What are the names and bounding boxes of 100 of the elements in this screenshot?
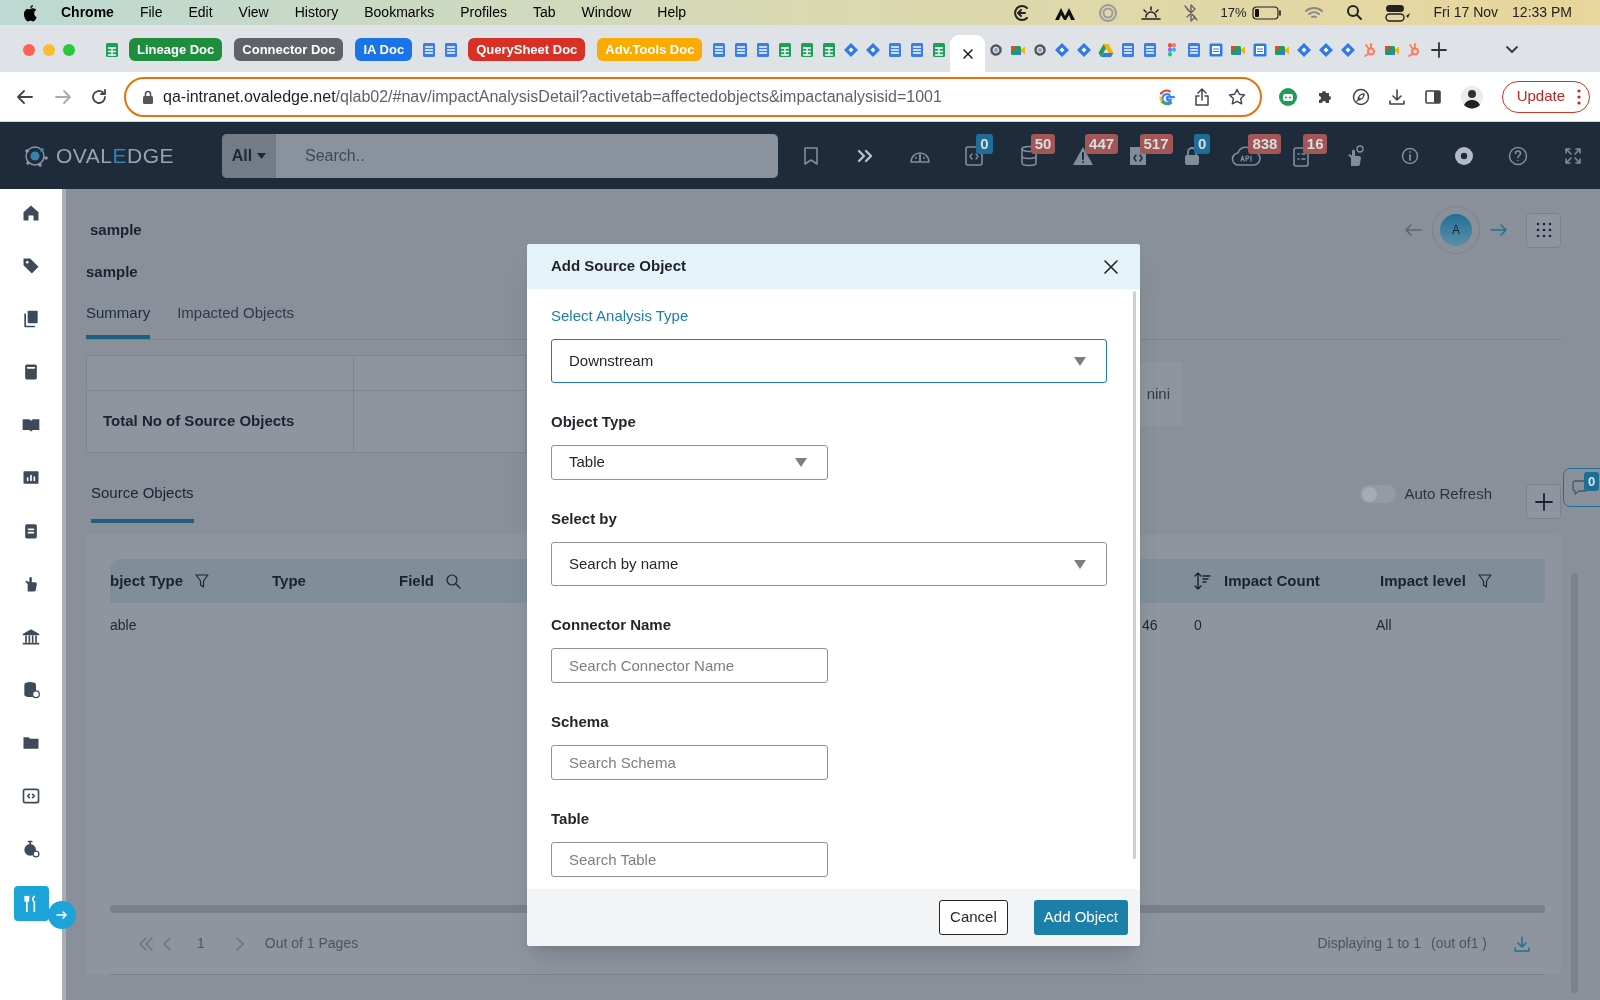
control-center-icon[interactable] [1385, 3, 1412, 22]
document-icon[interactable] [755, 41, 772, 58]
dropdown[interactable]: Search by name [551, 542, 1107, 586]
sheet-icon[interactable] [799, 41, 816, 58]
browser-logo-icon[interactable] [1454, 145, 1475, 166]
menu-app-name[interactable]: Chrome [61, 2, 114, 23]
document-icon[interactable] [1186, 41, 1203, 58]
menu-time[interactable]: 12:33 PM [1512, 2, 1572, 23]
calendar-icon[interactable] [1252, 41, 1269, 58]
menu-date[interactable]: Fri 17 Nov [1433, 2, 1499, 23]
search-scope-dropdown[interactable]: All [222, 133, 276, 178]
sheet-icon[interactable] [777, 41, 794, 58]
gear-icon[interactable] [1032, 41, 1049, 58]
document-icon[interactable] [909, 41, 926, 58]
calendar-icon[interactable] [1208, 41, 1225, 58]
tab-group-chip[interactable]: Lineage Doc [129, 38, 223, 61]
section-tab[interactable]: Source Objects [91, 467, 194, 523]
expand-sidebar-button[interactable] [48, 901, 76, 929]
menu-item[interactable]: View [238, 2, 269, 23]
help-icon[interactable] [1508, 145, 1529, 166]
close-window-button[interactable] [23, 43, 35, 56]
document-icon[interactable] [1142, 41, 1159, 58]
reload-icon[interactable] [90, 87, 108, 106]
robot-icon[interactable] [1277, 86, 1298, 107]
diamond-icon[interactable] [1054, 41, 1071, 58]
apps-grid-button[interactable] [1526, 212, 1561, 248]
expand-icon[interactable] [1563, 146, 1582, 165]
menu-item[interactable]: File [139, 2, 163, 23]
sheet-icon[interactable] [821, 41, 838, 58]
sunrise-icon[interactable] [1140, 3, 1163, 22]
sheet-icon[interactable] [104, 41, 120, 58]
timer-icon[interactable] [21, 839, 41, 859]
page-tab[interactable]: Impacted Objects [177, 296, 294, 339]
auto-refresh-toggle[interactable] [1360, 485, 1397, 503]
document-icon[interactable] [443, 41, 460, 58]
menu-item[interactable]: Tab [532, 2, 556, 23]
documents-icon[interactable] [21, 309, 41, 329]
tab-group-chip[interactable]: QuerySheet Doc [468, 38, 586, 61]
sheet-icon[interactable] [931, 41, 948, 58]
document-icon[interactable] [887, 41, 904, 58]
gear-icon[interactable] [988, 41, 1005, 58]
database-icon[interactable] [21, 680, 41, 700]
document-icon[interactable] [711, 41, 728, 58]
bluetooth-off-icon[interactable] [1184, 3, 1199, 22]
back-icon[interactable] [16, 87, 34, 106]
menu-item[interactable]: Bookmarks [364, 2, 435, 23]
tag-icon[interactable] [21, 256, 41, 276]
add-object-button[interactable]: Add Object [1033, 900, 1128, 935]
diamond-icon[interactable] [865, 41, 882, 58]
bookmark-icon[interactable] [802, 145, 820, 166]
chat-button[interactable]: 0 [1563, 468, 1600, 507]
search-icon[interactable] [446, 573, 461, 589]
diamond-icon[interactable] [1340, 41, 1357, 58]
menu-item[interactable]: Profiles [460, 2, 507, 23]
document-icon[interactable] [733, 41, 750, 58]
code-icon[interactable] [21, 786, 41, 806]
profile-avatar-icon[interactable] [1459, 84, 1484, 109]
leaf-icon[interactable] [1351, 87, 1370, 106]
download-icon[interactable] [1387, 87, 1406, 106]
triangle-icon[interactable] [1098, 41, 1115, 58]
tab-group-chip[interactable]: Connector Doc [234, 38, 344, 61]
bank-icon[interactable] [21, 627, 41, 647]
home-icon[interactable] [21, 203, 41, 223]
diamond-icon[interactable] [843, 41, 860, 58]
filter-icon[interactable] [1477, 574, 1492, 588]
dropdown[interactable]: Table [551, 445, 828, 480]
document-icon[interactable] [421, 41, 438, 58]
modal-scrollbar[interactable] [1133, 291, 1136, 859]
search-field[interactable]: All Search.. [222, 133, 778, 178]
star-icon[interactable] [1227, 87, 1246, 106]
menu-item[interactable]: Edit [188, 2, 213, 23]
document-icon[interactable] [1120, 41, 1137, 58]
cancel-button[interactable]: Cancel [939, 900, 1008, 935]
sidebar-item[interactable] [13, 886, 49, 921]
tab-group-chip[interactable]: IA Doc [355, 38, 413, 61]
double-chevron-icon[interactable] [857, 148, 874, 163]
address-bar[interactable]: qa-intranet.ovaledge.net/qlab02/#nav/impactAnalysisDetail?activetab=affectedobjects&impactanalysisid=1001 [124, 76, 1262, 117]
diamond-icon[interactable] [1318, 41, 1335, 58]
new-tab-icon[interactable] [1431, 41, 1448, 58]
active-tab[interactable] [950, 35, 986, 72]
wifi-icon[interactable] [1304, 4, 1325, 21]
input-field[interactable]: Search Schema [551, 745, 828, 780]
filter-icon[interactable] [195, 574, 210, 588]
menu-item[interactable]: History [294, 2, 339, 23]
side-panel-icon[interactable] [1423, 87, 1442, 106]
search-icon[interactable] [1346, 4, 1364, 21]
battery-icon[interactable] [1252, 5, 1283, 20]
close-icon[interactable] [961, 47, 974, 60]
google-g-icon[interactable] [1157, 87, 1176, 106]
chevron-down-icon[interactable] [1505, 44, 1520, 55]
input-field[interactable]: Search Connector Name [551, 648, 828, 683]
input-field[interactable]: Search Table [551, 842, 828, 877]
dropdown[interactable]: Downstream [551, 339, 1107, 383]
page-tab[interactable]: Summary [86, 296, 151, 339]
lock-icon[interactable] [142, 89, 154, 104]
share-icon[interactable] [1193, 87, 1210, 106]
menu-item[interactable]: Help [657, 2, 687, 23]
add-button[interactable] [1526, 484, 1561, 519]
forward-icon[interactable] [54, 87, 72, 106]
sort-icon[interactable] [1194, 572, 1212, 590]
